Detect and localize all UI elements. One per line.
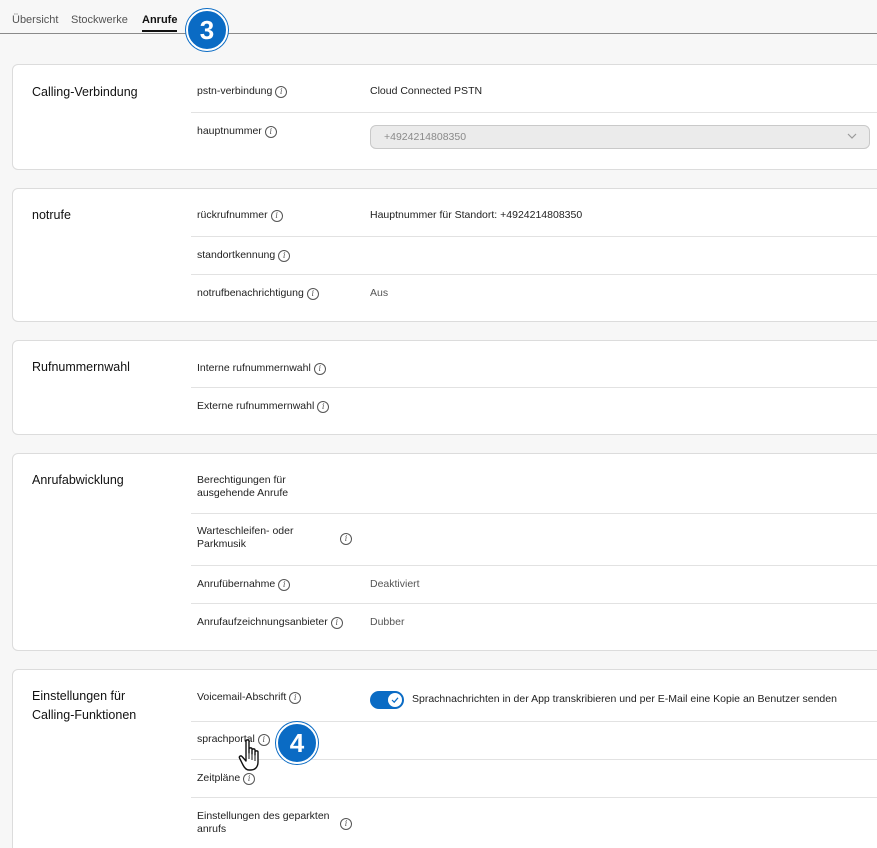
voicemail-transcription-label: Voicemail-Abschrift i — [197, 691, 302, 704]
pstn-connection-label: pstn-verbindung i — [197, 85, 288, 98]
callback-number-value: Hauptnummer für Standort: +4924214808350 — [370, 209, 583, 221]
card-title: Rufnummernwahl — [32, 360, 130, 374]
chevron-down-icon — [847, 133, 857, 139]
card-title: notrufe — [32, 208, 71, 222]
info-icon[interactable]: i — [330, 616, 343, 629]
tab-calls[interactable]: Anrufe — [142, 14, 178, 32]
call-pickup-value: Deaktiviert — [370, 578, 420, 590]
voicemail-transcription-toggle[interactable] — [370, 691, 404, 709]
voicemail-transcription-text: Sprachnachrichten in der App transkribie… — [412, 693, 837, 705]
hold-music-row[interactable]: Warteschleifen- oder Parkmusik i — [191, 514, 877, 566]
info-icon[interactable]: i — [317, 400, 330, 413]
tab-bar: Übersicht Stockwerke Anrufe — [0, 0, 877, 34]
info-icon[interactable]: i — [270, 209, 283, 222]
check-icon — [391, 697, 399, 704]
info-icon[interactable]: i — [275, 85, 288, 98]
tab-overview[interactable]: Übersicht — [12, 14, 58, 26]
schedules-row[interactable]: Zeitpläne i — [191, 760, 877, 798]
main-number-label: hauptnummer i — [197, 125, 277, 138]
card-title: Einstellungen für Calling-Funktionen — [32, 689, 137, 722]
pstn-connection-value: Cloud Connected PSTN — [370, 85, 483, 97]
call-recording-row[interactable]: Anrufaufzeichnungsanbieter i Dubber — [191, 604, 877, 652]
emergency-notification-row: notrufbenachrichtigung i Aus — [191, 275, 877, 323]
outgoing-permissions-row[interactable]: Berechtigungen für ausgehende Anrufe — [191, 454, 877, 514]
emergency-notification-label: notrufbenachrichtigung i — [197, 287, 319, 300]
info-icon[interactable]: i — [278, 578, 291, 591]
call-handling-card: Anrufabwicklung Berechtigungen für ausge… — [12, 453, 877, 651]
step-badge-3: 3 — [186, 9, 228, 51]
internal-dialing-label: Interne rufnummernwahl i — [197, 362, 326, 375]
calling-features-card: Einstellungen für Calling-Funktionen Voi… — [12, 669, 877, 848]
call-pickup-row[interactable]: Anrufübernahme i Deaktiviert — [191, 566, 877, 604]
dialing-card: Rufnummernwahl Interne rufnummernwahl i … — [12, 340, 877, 435]
external-dialing-label: Externe rufnummernwahl i — [197, 400, 330, 413]
info-icon[interactable]: i — [278, 249, 291, 262]
voicemail-transcription-row: Voicemail-Abschrift i Sprachnachrichten … — [191, 670, 877, 722]
call-recording-label: Anrufaufzeichnungsanbieter i — [197, 616, 343, 629]
call-pickup-label: Anrufübernahme i — [197, 578, 291, 591]
emergency-notification-value: Aus — [370, 287, 389, 299]
info-icon[interactable]: i — [243, 772, 256, 785]
main-number-select[interactable]: +4924214808350 — [370, 125, 870, 149]
step-badge-4: 4 — [276, 722, 318, 764]
calling-connection-card: Calling-Verbindung pstn-verbindung i Clo… — [12, 64, 877, 170]
internal-dialing-row[interactable]: Interne rufnummernwahl i — [191, 341, 877, 388]
info-icon[interactable]: i — [340, 533, 352, 545]
main-number-row: hauptnummer i +4924214808350 — [191, 113, 877, 171]
location-id-row: standortkennung i — [191, 237, 877, 275]
emergency-card: notrufe rückrufnummer i Hauptnummer für … — [12, 188, 877, 322]
location-id-label: standortkennung i — [197, 249, 291, 262]
callback-number-row: rückrufnummer i Hauptnummer für Standort… — [191, 189, 877, 237]
info-icon[interactable]: i — [340, 818, 352, 830]
callback-number-label: rückrufnummer i — [197, 209, 283, 222]
info-icon[interactable]: i — [264, 125, 277, 138]
card-title: Calling-Verbindung — [32, 85, 138, 99]
card-title: Anrufabwicklung — [32, 473, 124, 487]
info-icon[interactable]: i — [306, 287, 319, 300]
hand-pointer-icon — [238, 739, 259, 771]
parked-call-settings-row[interactable]: Einstellungen des geparkten anrufs i — [191, 798, 877, 848]
call-recording-value: Dubber — [370, 616, 405, 628]
info-icon[interactable]: i — [289, 691, 302, 704]
tab-floors[interactable]: Stockwerke — [71, 14, 128, 26]
pstn-connection-row: pstn-verbindung i Cloud Connected PSTN — [191, 65, 877, 113]
parked-call-settings-label: Einstellungen des geparkten anrufs — [197, 810, 330, 835]
info-icon[interactable]: i — [313, 362, 326, 375]
external-dialing-row[interactable]: Externe rufnummernwahl i — [191, 388, 877, 436]
outgoing-permissions-label: Berechtigungen für ausgehende Anrufe — [197, 474, 289, 499]
hold-music-label: Warteschleifen- oder Parkmusik — [197, 525, 294, 550]
